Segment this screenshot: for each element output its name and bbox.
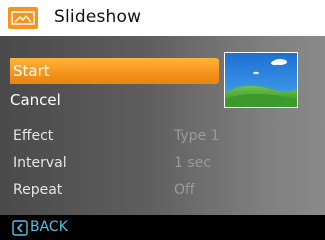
title-bar: Slideshow: [0, 0, 325, 36]
landscape-thumbnail-icon: [225, 53, 297, 107]
cancel-label: Cancel: [10, 91, 61, 109]
repeat-label: Repeat: [13, 182, 63, 198]
back-label: BACK: [30, 219, 68, 235]
start-label: Start: [13, 62, 50, 80]
slideshow-screen: Slideshow Start Cancel Effect Type 1 Int…: [0, 0, 325, 240]
interval-value: 1 sec: [174, 155, 211, 171]
back-button[interactable]: BACK: [12, 218, 68, 237]
footer-bar: BACK: [0, 215, 325, 240]
effect-label: Effect: [13, 128, 54, 144]
start-menu-item[interactable]: Start: [10, 58, 219, 84]
back-arrow-icon: [12, 219, 28, 236]
repeat-value: Off: [174, 182, 195, 198]
interval-label: Interval: [13, 155, 67, 171]
cancel-menu-item[interactable]: Cancel: [10, 87, 61, 113]
page-title: Slideshow: [54, 7, 142, 27]
effect-value: Type 1: [174, 128, 220, 144]
slideshow-preview-thumbnail: [224, 52, 298, 108]
slideshow-mode-icon: [8, 7, 38, 29]
